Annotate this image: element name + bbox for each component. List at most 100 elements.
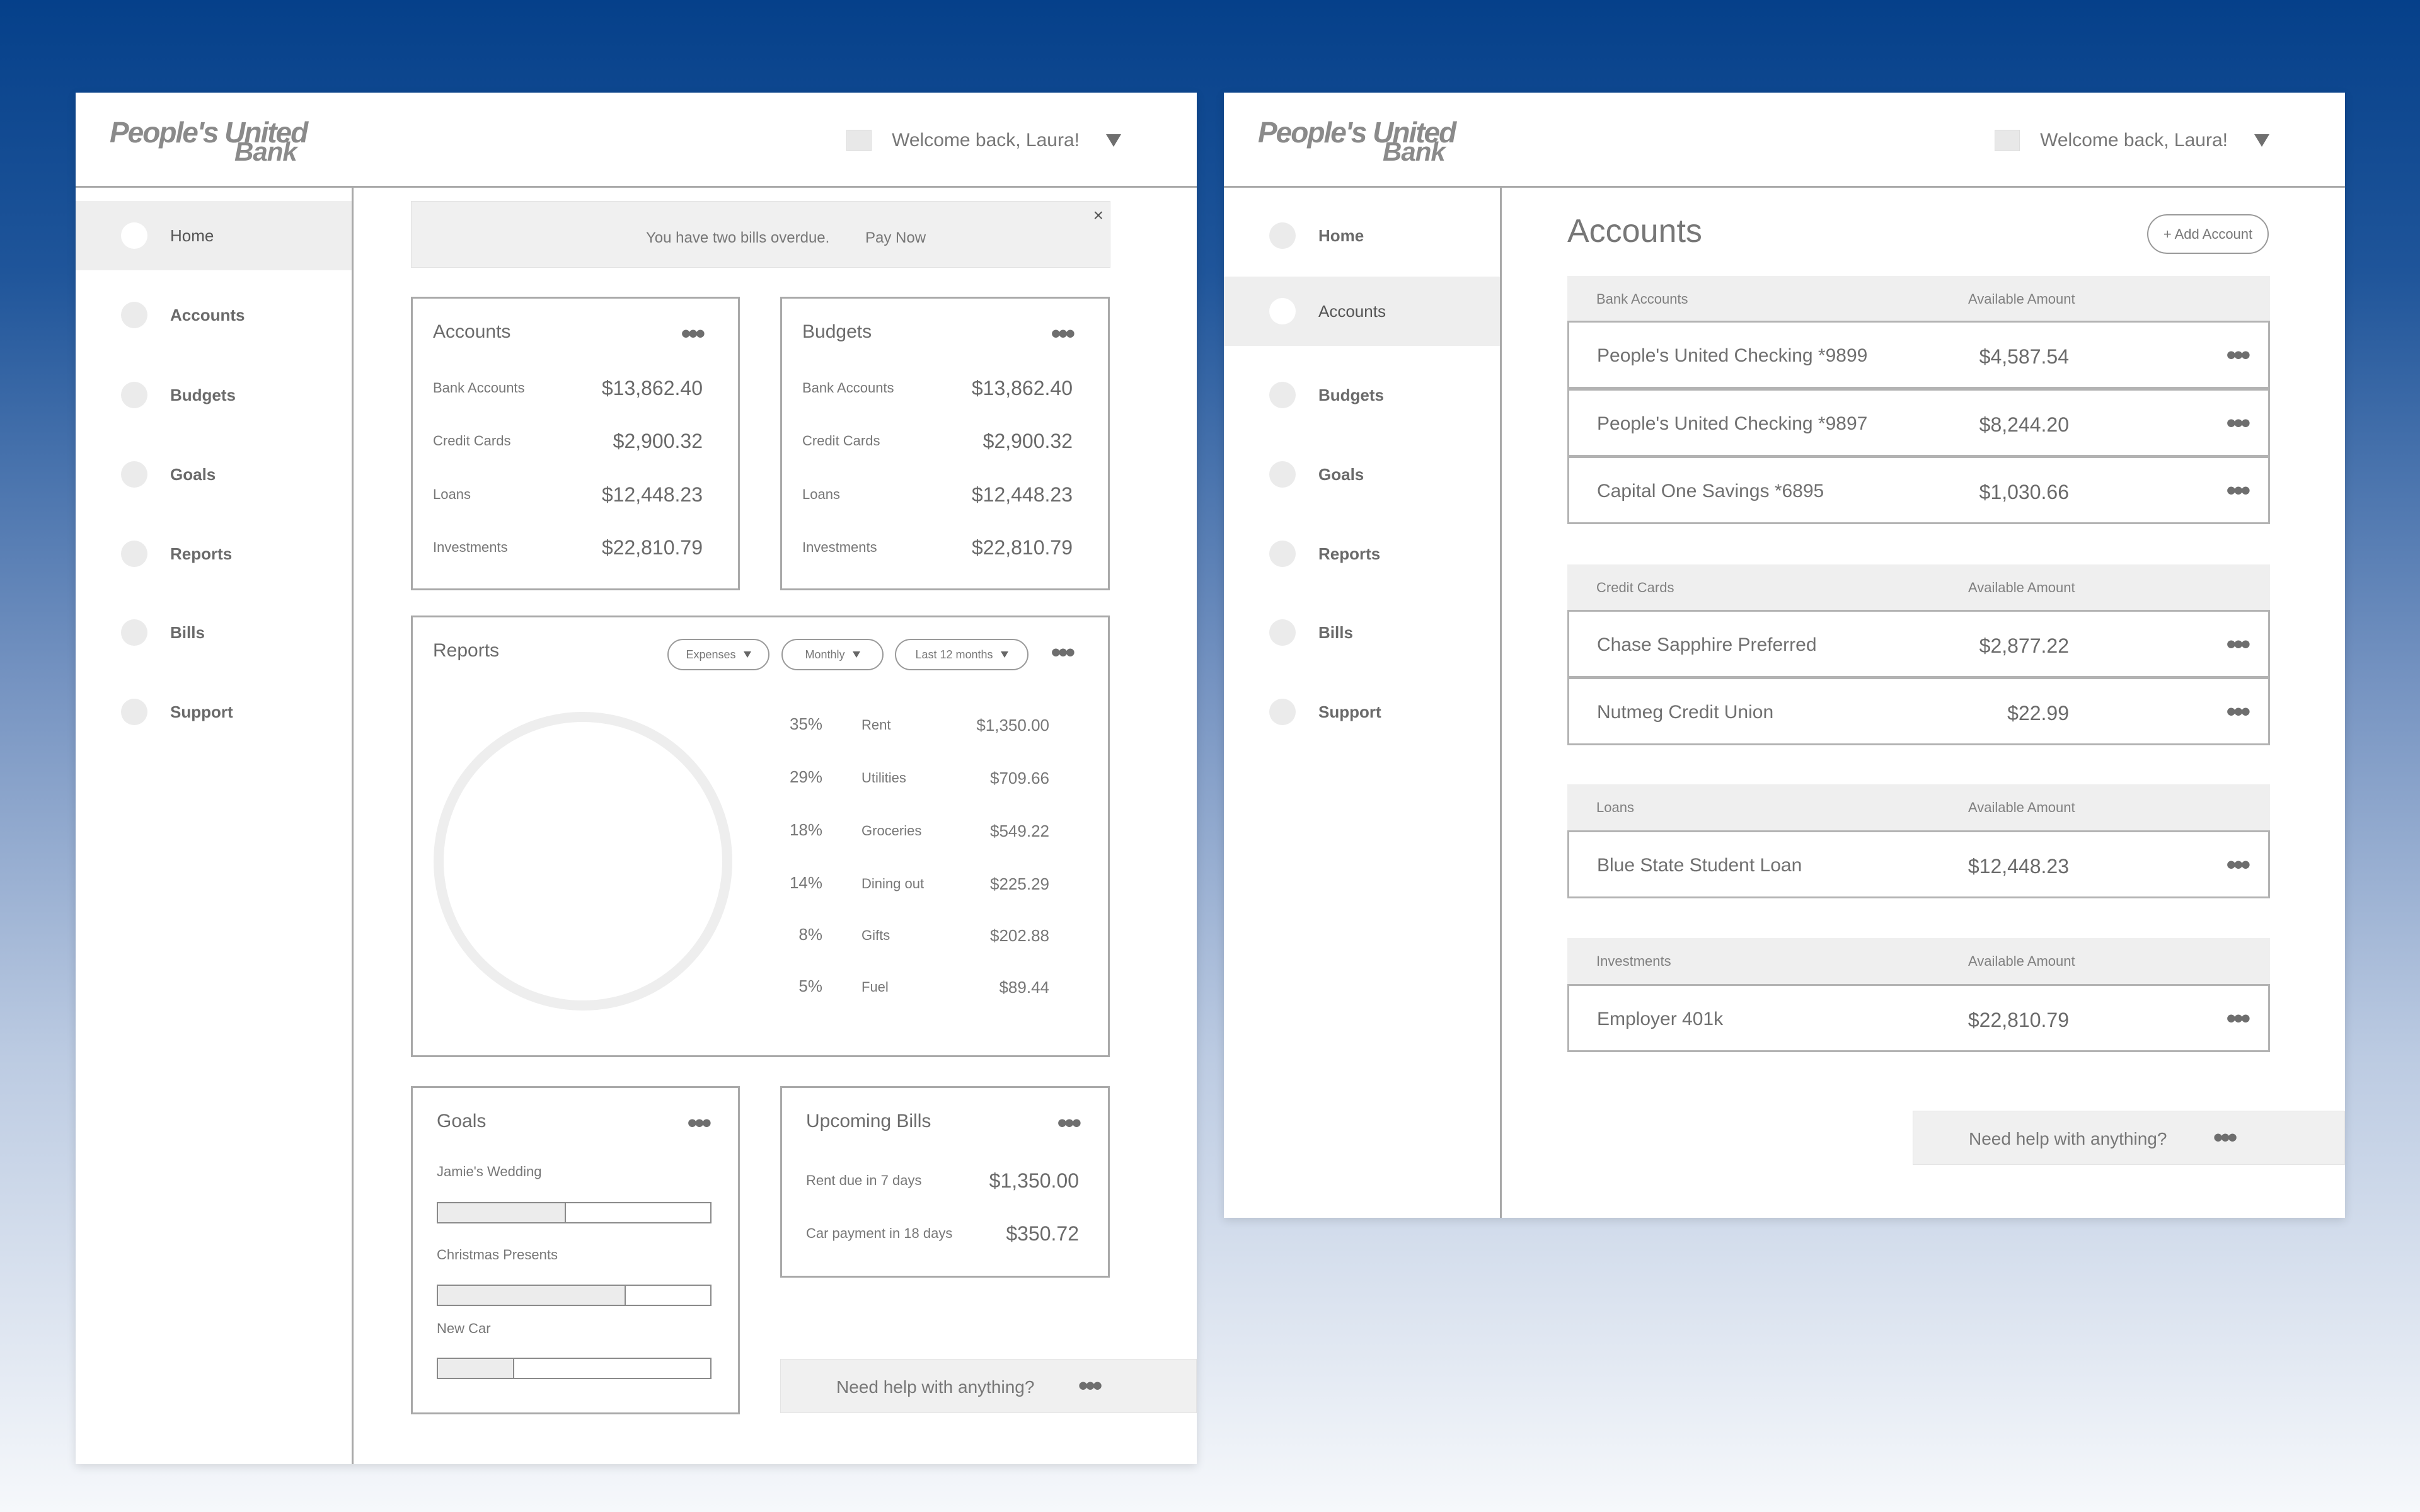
legend-item: 29% Utilities $709.66 [789, 767, 1049, 788]
more-options-icon[interactable]: ••• [681, 320, 705, 348]
upcoming-bills-card: Upcoming Bills ••• Rent due in 7 days $1,… [780, 1086, 1110, 1278]
legend-item: 14% Dining out $225.29 [789, 873, 1049, 893]
bill-row: Rent due in 7 days $1,350.00 [806, 1169, 1079, 1192]
chat-dots-icon[interactable]: ••• [2213, 1124, 2237, 1152]
sidebar-item-label: Accounts [1318, 301, 1386, 321]
sidebar-item-accounts[interactable]: Accounts [76, 280, 352, 350]
sidebar: Home Accounts Budgets Goals Reports Bill… [76, 188, 354, 1464]
dropdown-caret-icon[interactable] [1106, 134, 1121, 147]
sidebar-item-label: Home [1318, 226, 1364, 245]
sidebar-item-support[interactable]: Support [1224, 677, 1500, 747]
account-row[interactable]: Chase Sapphire Preferred $2,877.22 ••• [1567, 610, 2270, 678]
welcome-text: Welcome back, Laura! [2040, 130, 2228, 151]
sidebar-item-budgets[interactable]: Budgets [76, 360, 352, 430]
help-bar[interactable]: Need help with anything? ••• [780, 1359, 1197, 1413]
bank-logo[interactable]: People's United Bank [110, 115, 308, 168]
chat-dots-icon[interactable]: ••• [1078, 1372, 1102, 1400]
close-icon[interactable]: × [1093, 205, 1103, 226]
more-options-icon[interactable]: ••• [1051, 320, 1075, 348]
add-account-button[interactable]: + Add Account [2147, 214, 2269, 254]
goals-card: Goals ••• Jamie's Wedding Christmas Pres… [411, 1086, 740, 1414]
help-text: Need help with anything? [1969, 1129, 2167, 1148]
summary-row: Credit Cards $2,900.32 [802, 429, 1073, 452]
chevron-down-icon [852, 651, 860, 658]
section-header: Bank Accounts Available Amount [1567, 276, 2270, 323]
more-options-icon[interactable]: ••• [2227, 477, 2250, 505]
page-title: Accounts [1567, 213, 1702, 249]
sidebar-item-budgets[interactable]: Budgets [1224, 360, 1500, 430]
sidebar-item-goals[interactable]: Goals [1224, 440, 1500, 509]
account-row[interactable]: Employer 401k $22,810.79 ••• [1567, 984, 2270, 1052]
sidebar-item-bills[interactable]: Bills [76, 598, 352, 667]
circle-icon [1269, 619, 1296, 646]
monthly-dropdown[interactable]: Monthly [781, 639, 884, 670]
user-menu[interactable]: Welcome back, Laura! [1995, 128, 2269, 153]
sidebar-item-reports[interactable]: Reports [76, 519, 352, 588]
card-title: Goals [437, 1111, 487, 1131]
sidebar-item-bills[interactable]: Bills [1224, 598, 1500, 667]
more-options-icon[interactable]: ••• [2227, 410, 2250, 437]
more-options-icon[interactable]: ••• [2227, 851, 2250, 879]
circle-icon [1269, 298, 1296, 324]
goal-progress-bar [437, 1358, 712, 1379]
account-row[interactable]: Nutmeg Credit Union $22.99 ••• [1567, 677, 2270, 745]
overdue-banner: You have two bills overdue. Pay Now × [411, 201, 1110, 268]
bill-row: Car payment in 18 days $350.72 [806, 1222, 1079, 1245]
sidebar-item-label: Goals [170, 464, 216, 484]
summary-row: Bank Accounts $13,862.40 [802, 376, 1073, 399]
help-bar[interactable]: Need help with anything? ••• [1913, 1111, 2345, 1165]
account-row[interactable]: Blue State Student Loan $12,448.23 ••• [1567, 830, 2270, 898]
avatar [1995, 130, 2020, 151]
goal-label: Jamie's Wedding [437, 1164, 542, 1179]
section-header: Credit Cards Available Amount [1567, 564, 2270, 611]
sidebar: Home Accounts Budgets Goals Reports Bill… [1224, 188, 1502, 1218]
account-row[interactable]: People's United Checking *9897 $8,244.20 •… [1567, 389, 2270, 457]
expense-donut-chart [434, 712, 732, 1011]
more-options-icon[interactable]: ••• [688, 1109, 712, 1137]
legend-item: 8% Gifts $202.88 [798, 925, 1049, 945]
goal-label: New Car [437, 1320, 491, 1336]
section-header: Investments Available Amount [1567, 938, 2270, 985]
more-options-icon[interactable]: ••• [2227, 1005, 2250, 1033]
circle-icon [121, 699, 147, 725]
avatar [846, 130, 872, 151]
sidebar-item-accounts[interactable]: Accounts [1224, 277, 1500, 346]
period-dropdown[interactable]: Last 12 months [895, 639, 1028, 670]
circle-icon [121, 222, 147, 249]
expenses-dropdown[interactable]: Expenses [667, 639, 769, 670]
pay-now-link[interactable]: Pay Now [865, 229, 926, 247]
user-menu[interactable]: Welcome back, Laura! [846, 128, 1121, 153]
header: People's United Bank Welcome back, Laura… [1224, 93, 2345, 188]
sidebar-item-home[interactable]: Home [1224, 201, 1500, 270]
sidebar-item-label: Bills [170, 622, 205, 642]
sidebar-item-label: Budgets [170, 385, 236, 404]
more-options-icon[interactable]: ••• [1051, 639, 1075, 667]
more-options-icon[interactable]: ••• [2227, 631, 2250, 658]
chevron-down-icon [743, 651, 751, 658]
reports-card: Reports Expenses Monthly Last 12 months … [411, 616, 1110, 1057]
dropdown-caret-icon[interactable] [2254, 134, 2269, 147]
legend-item: 5% Fuel $89.44 [798, 976, 1049, 997]
sidebar-item-support[interactable]: Support [76, 677, 352, 747]
sidebar-item-home[interactable]: Home [76, 201, 352, 270]
header: People's United Bank Welcome back, Laura… [76, 93, 1197, 188]
more-options-icon[interactable]: ••• [1057, 1109, 1081, 1137]
account-row[interactable]: People's United Checking *9899 $4,587.54 •… [1567, 321, 2270, 389]
legend-item: 35% Rent $1,350.00 [789, 714, 1049, 735]
summary-row: Investments $22,810.79 [433, 536, 703, 559]
circle-icon [121, 461, 147, 488]
legend-item: 18% Groceries $549.22 [789, 820, 1049, 840]
circle-icon [121, 302, 147, 328]
more-options-icon[interactable]: ••• [2227, 698, 2250, 726]
sidebar-item-goals[interactable]: Goals [76, 440, 352, 509]
circle-icon [1269, 699, 1296, 725]
chevron-down-icon [1000, 651, 1008, 658]
sidebar-item-label: Budgets [1318, 385, 1384, 404]
sidebar-item-label: Support [1318, 702, 1381, 721]
sidebar-item-reports[interactable]: Reports [1224, 519, 1500, 588]
circle-icon [1269, 461, 1296, 488]
more-options-icon[interactable]: ••• [2227, 341, 2250, 369]
bank-logo[interactable]: People's United Bank [1258, 115, 1456, 168]
section-header: Loans Available Amount [1567, 784, 2270, 831]
account-row[interactable]: Capital One Savings *6895 $1,030.66 ••• [1567, 456, 2270, 524]
